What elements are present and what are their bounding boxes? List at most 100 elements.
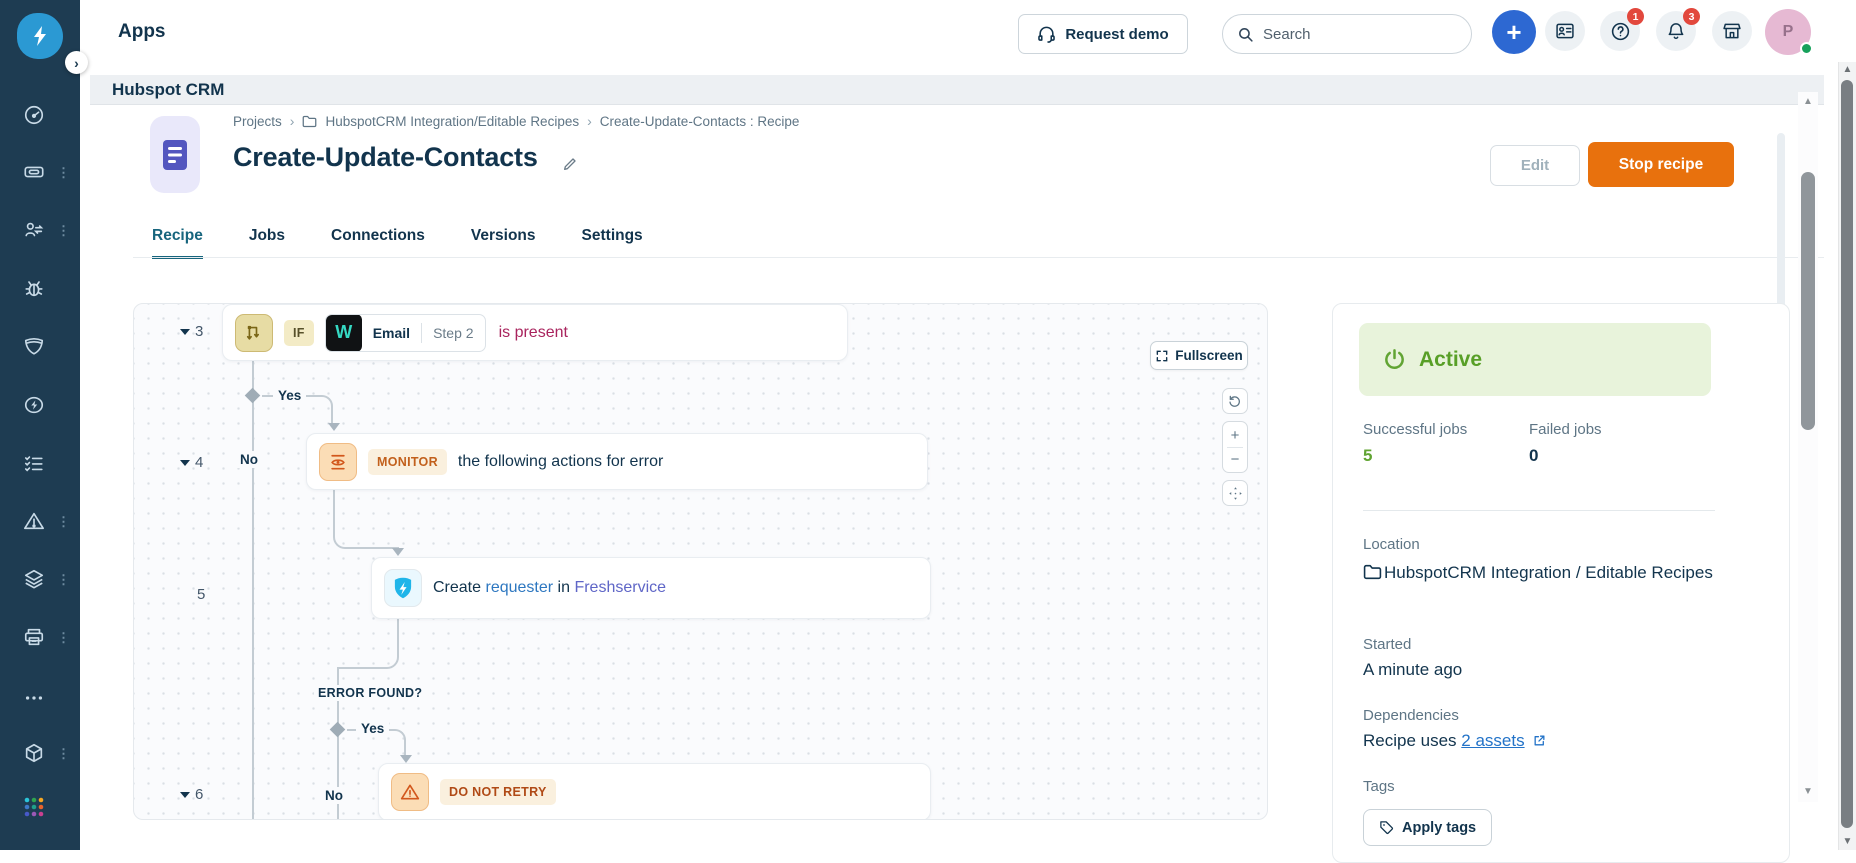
location-value[interactable]: HubspotCRM Integration / Editable Recipe… bbox=[1363, 557, 1719, 588]
edit-title-pencil-icon[interactable] bbox=[562, 156, 578, 172]
step-5-action-card[interactable]: Create requester in Freshservice bbox=[371, 557, 931, 619]
do-not-retry-chip: DO NOT RETRY bbox=[440, 779, 556, 805]
tags-label: Tags bbox=[1363, 778, 1395, 795]
package-overflow-menu[interactable]: ⋮ bbox=[57, 747, 70, 760]
stop-recipe-button[interactable]: Stop recipe bbox=[1588, 142, 1734, 187]
tab-recipe[interactable]: Recipe bbox=[152, 227, 203, 259]
tab-settings[interactable]: Settings bbox=[582, 227, 643, 259]
user-avatar[interactable]: P bbox=[1765, 9, 1813, 55]
tabs-divider bbox=[133, 257, 1824, 258]
alert-triangle-icon[interactable] bbox=[22, 509, 46, 533]
left-nav-sidebar: ⋮ ⋮ ⋮ ⋮ ⋮ ⋮ bbox=[0, 0, 80, 850]
recipe-title: Create-Update-Contacts bbox=[233, 142, 538, 172]
zoom-in-button[interactable]: + bbox=[1231, 427, 1240, 444]
fullscreen-button[interactable]: Fullscreen bbox=[1150, 341, 1248, 370]
step-4-collapse[interactable]: 4 bbox=[180, 454, 203, 471]
action-sentence: Create requester in Freshservice bbox=[433, 579, 667, 596]
warning-triangle-icon bbox=[391, 773, 429, 811]
dashboard-gauge-icon[interactable] bbox=[22, 103, 46, 127]
scroll-down-arrow[interactable]: ▼ bbox=[1800, 786, 1816, 797]
help-button[interactable]: 1 bbox=[1600, 8, 1644, 51]
printer-overflow-menu[interactable]: ⋮ bbox=[57, 631, 70, 644]
arrow-down-icon bbox=[328, 423, 340, 431]
contact-sync-icon[interactable] bbox=[22, 218, 46, 242]
layers-overflow-menu[interactable]: ⋮ bbox=[57, 573, 70, 586]
ticket-icon[interactable] bbox=[22, 160, 46, 184]
search-icon bbox=[1237, 26, 1254, 43]
email-datapill[interactable]: W Email Step 2 bbox=[324, 313, 486, 352]
step5-connector bbox=[337, 619, 399, 669]
notifications-button[interactable]: 3 bbox=[1656, 8, 1700, 51]
online-status-dot bbox=[1800, 42, 1813, 55]
marketplace-button[interactable] bbox=[1712, 11, 1752, 51]
power-icon bbox=[1383, 348, 1406, 371]
yes-label-bottom: Yes bbox=[356, 720, 390, 737]
reset-view-button[interactable] bbox=[1222, 388, 1248, 414]
pan-mode-button[interactable] bbox=[1222, 480, 1248, 506]
yes-label-top: Yes bbox=[273, 387, 307, 404]
tab-connections[interactable]: Connections bbox=[331, 227, 425, 259]
package-cube-icon[interactable] bbox=[22, 741, 46, 765]
breadcrumb-project-folder[interactable]: HubspotCRM Integration/Editable Recipes bbox=[325, 114, 579, 129]
step-4-monitor-card[interactable]: MONITOR the following actions for error bbox=[306, 433, 928, 490]
caret-down-icon[interactable] bbox=[180, 459, 190, 466]
dependencies-value: Recipe uses 2 assets bbox=[1363, 731, 1546, 751]
assets-link[interactable]: 2 assets bbox=[1461, 731, 1524, 750]
freshservice-link[interactable]: Freshservice bbox=[574, 579, 666, 596]
automation-bolt-icon[interactable] bbox=[22, 393, 46, 417]
folder-icon bbox=[302, 115, 317, 128]
step-3-if-card[interactable]: IF W Email Step 2 is present bbox=[222, 304, 848, 361]
breadcrumb-projects[interactable]: Projects bbox=[233, 114, 282, 129]
arrow-down-icon bbox=[392, 548, 404, 556]
status-badge: Active bbox=[1419, 347, 1483, 371]
arrow-down-icon bbox=[400, 755, 412, 763]
printer-icon[interactable] bbox=[22, 625, 46, 649]
alert-overflow-menu[interactable]: ⋮ bbox=[57, 515, 70, 528]
step-3-collapse[interactable]: 3 bbox=[180, 323, 203, 340]
breadcrumb-current: Create-Update-Contacts : Recipe bbox=[599, 113, 800, 129]
error-found-label: ERROR FOUND? bbox=[314, 685, 427, 701]
breadcrumb: Projects › HubspotCRM Integration/Editab… bbox=[233, 113, 799, 129]
zoom-controls: + − bbox=[1222, 421, 1248, 473]
contact-sync-overflow-menu[interactable]: ⋮ bbox=[57, 224, 70, 237]
failed-jobs-value[interactable]: 0 bbox=[1529, 446, 1538, 466]
step-6-collapse[interactable]: 6 bbox=[180, 786, 203, 803]
zoom-out-button[interactable]: − bbox=[1231, 451, 1240, 468]
layers-icon[interactable] bbox=[22, 567, 46, 591]
status-banner: Active bbox=[1359, 323, 1711, 396]
condition-text: is present bbox=[498, 323, 568, 341]
create-new-button[interactable]: + bbox=[1492, 10, 1536, 54]
bolt-icon bbox=[34, 26, 46, 46]
request-demo-button[interactable]: Request demo bbox=[1018, 14, 1188, 54]
requester-link[interactable]: requester bbox=[485, 579, 553, 596]
ticket-overflow-menu[interactable]: ⋮ bbox=[57, 166, 70, 179]
apply-tags-button[interactable]: Apply tags bbox=[1363, 809, 1493, 846]
edit-recipe-button[interactable]: Edit bbox=[1490, 145, 1580, 186]
tab-versions[interactable]: Versions bbox=[471, 227, 536, 259]
location-label: Location bbox=[1363, 536, 1420, 553]
branch-diamond bbox=[329, 721, 346, 738]
chevron-right-icon: › bbox=[289, 113, 295, 129]
window-scroll-up-arrow[interactable]: ▲ bbox=[1840, 64, 1855, 75]
freshworks-logo[interactable] bbox=[17, 13, 63, 59]
shield-icon[interactable] bbox=[22, 334, 46, 358]
sidebar-expand-button[interactable]: › bbox=[65, 51, 88, 74]
tab-jobs[interactable]: Jobs bbox=[249, 227, 285, 259]
bug-icon[interactable] bbox=[22, 276, 46, 300]
app-subheader: Hubspot CRM bbox=[90, 75, 1824, 105]
caret-down-icon[interactable] bbox=[180, 328, 190, 335]
search-input[interactable] bbox=[1263, 25, 1443, 43]
successful-jobs-value[interactable]: 5 bbox=[1363, 446, 1372, 466]
more-ellipsis-icon[interactable] bbox=[22, 686, 46, 710]
scroll-up-arrow[interactable]: ▲ bbox=[1800, 96, 1816, 107]
window-scrollbar-thumb[interactable] bbox=[1841, 80, 1853, 828]
contacts-directory-button[interactable] bbox=[1545, 11, 1585, 51]
window-scroll-down-arrow[interactable]: ▼ bbox=[1840, 836, 1855, 847]
recipe-flow-canvas[interactable]: 3 4 5 6 Yes No ERROR FOUND? Yes No IF W … bbox=[133, 303, 1268, 820]
content-scrollbar-thumb[interactable] bbox=[1801, 172, 1815, 430]
caret-down-icon[interactable] bbox=[180, 791, 190, 798]
app-switcher-grid-icon[interactable] bbox=[22, 795, 46, 819]
recipe-tabs: Recipe Jobs Connections Versions Setting… bbox=[152, 227, 643, 259]
checklist-icon[interactable] bbox=[22, 451, 46, 475]
step-6-retry-card[interactable]: DO NOT RETRY bbox=[378, 763, 931, 819]
